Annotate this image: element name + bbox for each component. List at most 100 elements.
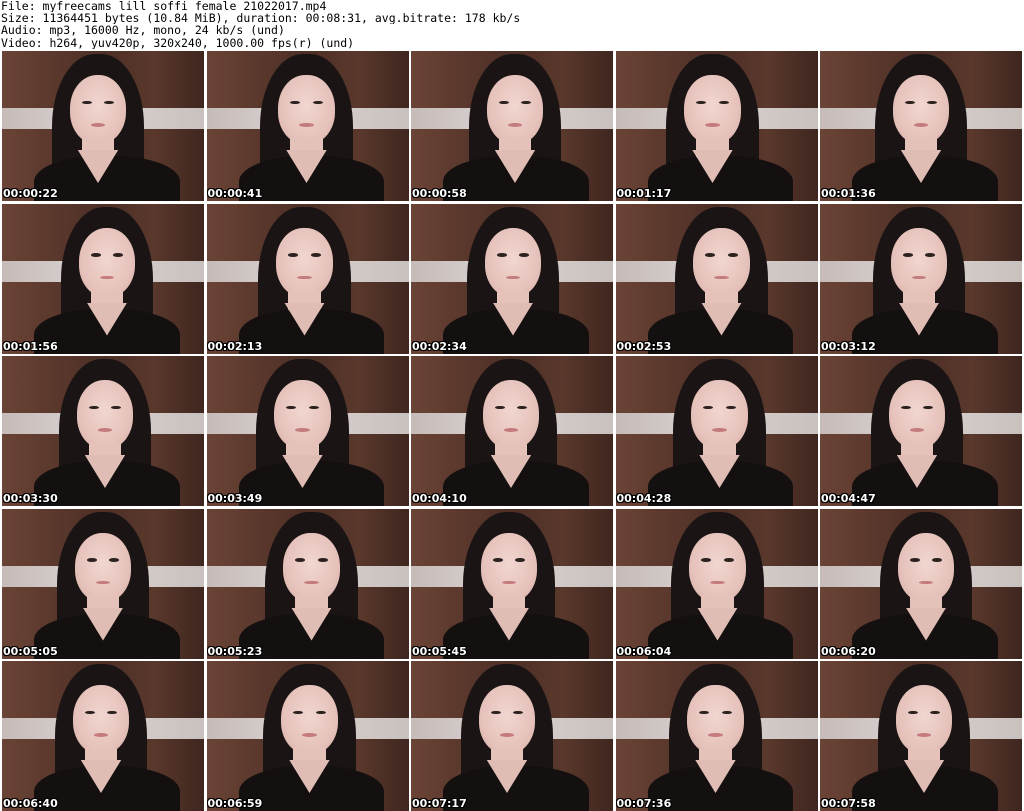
video-thumbnail[interactable]: 00:07:36 (615, 661, 818, 811)
face-shape (892, 75, 950, 144)
lips-shape (708, 733, 723, 737)
eye-shape (723, 558, 734, 562)
video-thumbnail[interactable]: 00:07:17 (411, 661, 613, 811)
eye-shape (490, 710, 501, 715)
timestamp-label: 00:06:59 (207, 797, 263, 810)
eye-shape (909, 558, 920, 562)
eye-shape (907, 710, 918, 715)
video-thumbnail[interactable]: 00:04:28 (615, 356, 818, 506)
lips-shape (90, 123, 106, 127)
face-shape (274, 380, 331, 449)
face-shape (78, 227, 136, 297)
eye-shape (113, 253, 124, 257)
face-shape (74, 532, 132, 602)
video-thumbnail[interactable]: 00:01:17 (615, 51, 818, 201)
video-thumbnail[interactable]: 00:02:34 (411, 203, 613, 354)
video-thumbnail[interactable]: 00:05:23 (206, 508, 409, 659)
video-info-line: Video: h264, yuv420p, 320x240, 1000.00 f… (1, 36, 355, 49)
timestamp-label: 00:07:17 (412, 797, 467, 810)
timestamp-label: 00:03:30 (3, 492, 58, 505)
eye-shape (308, 405, 319, 410)
lips-shape (499, 733, 515, 737)
eye-shape (701, 558, 712, 562)
lips-shape (302, 733, 317, 737)
eye-shape (315, 710, 326, 715)
eye-shape (317, 558, 328, 562)
eye-shape (492, 558, 503, 562)
lips-shape (913, 123, 929, 127)
lips-shape (295, 428, 310, 432)
video-thumbnail[interactable]: 00:03:12 (820, 203, 1022, 354)
video-thumbnail[interactable]: 00:00:22 (2, 51, 204, 201)
video-thumbnail[interactable]: 00:06:04 (615, 508, 818, 659)
file-size-line: Size: 11364451 bytes (10.84 MiB), durati… (1, 12, 521, 25)
lips-shape (507, 123, 523, 127)
face-shape (689, 532, 746, 602)
lips-shape (299, 123, 314, 127)
face-shape (283, 532, 340, 602)
video-thumbnail[interactable]: 00:06:59 (206, 661, 409, 811)
face-shape (478, 685, 536, 754)
timestamp-label: 00:01:17 (616, 187, 672, 200)
lips-shape (705, 123, 720, 127)
face-shape (480, 532, 538, 602)
timestamp-label: 00:00:41 (207, 187, 263, 200)
face-shape (276, 227, 333, 297)
eye-shape (727, 253, 738, 257)
timestamp-label: 00:02:34 (412, 339, 467, 353)
video-thumbnail[interactable]: 00:07:58 (820, 661, 1022, 811)
file-name-line: File: myfreecams_lill_soffi_female_21022… (1, 0, 327, 13)
eye-shape (295, 558, 306, 562)
eye-shape (932, 558, 943, 562)
face-shape (895, 685, 953, 754)
eye-shape (312, 100, 323, 105)
lips-shape (916, 733, 932, 737)
eye-shape (925, 253, 936, 257)
eye-shape (81, 100, 92, 105)
eye-shape (515, 558, 526, 562)
face-shape (890, 227, 948, 297)
video-thumbnail[interactable]: 00:00:58 (411, 51, 613, 201)
eye-shape (705, 253, 716, 257)
face-shape (72, 685, 130, 754)
video-thumbnail[interactable]: 00:02:53 (615, 203, 818, 354)
video-thumbnail[interactable]: 00:03:30 (2, 356, 204, 506)
eye-shape (109, 558, 120, 562)
video-thumbnail[interactable]: 00:05:45 (411, 508, 613, 659)
timestamp-label: 00:01:36 (821, 187, 876, 200)
video-thumbnail[interactable]: 00:04:10 (411, 356, 613, 506)
eye-shape (902, 253, 913, 257)
face-shape (684, 75, 741, 144)
timestamp-label: 00:04:28 (616, 492, 672, 505)
timestamp-label: 00:00:58 (412, 187, 467, 200)
face-shape (484, 227, 542, 297)
video-thumbnail[interactable]: 00:01:56 (2, 203, 204, 354)
video-thumbnail[interactable]: 00:01:36 (820, 51, 1022, 201)
lips-shape (97, 428, 113, 432)
video-thumbnail[interactable]: 00:00:41 (206, 51, 409, 201)
face-shape (278, 75, 335, 144)
timestamp-label: 00:06:40 (3, 797, 58, 810)
eye-shape (496, 253, 507, 257)
eye-shape (900, 405, 911, 410)
timestamp-label: 00:06:20 (821, 644, 876, 658)
video-thumbnail[interactable]: 00:05:05 (2, 508, 204, 659)
timestamp-label: 00:02:13 (207, 339, 263, 353)
face-shape (486, 75, 544, 144)
video-thumbnail[interactable]: 00:03:49 (206, 356, 409, 506)
eye-shape (310, 253, 321, 257)
timestamp-label: 00:07:58 (821, 797, 876, 810)
lips-shape (909, 428, 925, 432)
video-thumbnail[interactable]: 00:02:13 (206, 203, 409, 354)
timestamp-label: 00:05:05 (3, 644, 58, 658)
face-shape (691, 380, 748, 449)
timestamp-label: 00:04:10 (412, 492, 467, 505)
video-thumbnail[interactable]: 00:06:20 (820, 508, 1022, 659)
contact-sheet-header: File: myfreecams_lill_soffi_female_21022… (0, 0, 1024, 50)
timestamp-label: 00:01:56 (3, 339, 58, 353)
eye-shape (288, 253, 299, 257)
timestamp-label: 00:02:53 (616, 339, 672, 353)
face-shape (687, 685, 744, 754)
video-thumbnail[interactable]: 00:04:47 (820, 356, 1022, 506)
video-thumbnail[interactable]: 00:06:40 (2, 661, 204, 811)
